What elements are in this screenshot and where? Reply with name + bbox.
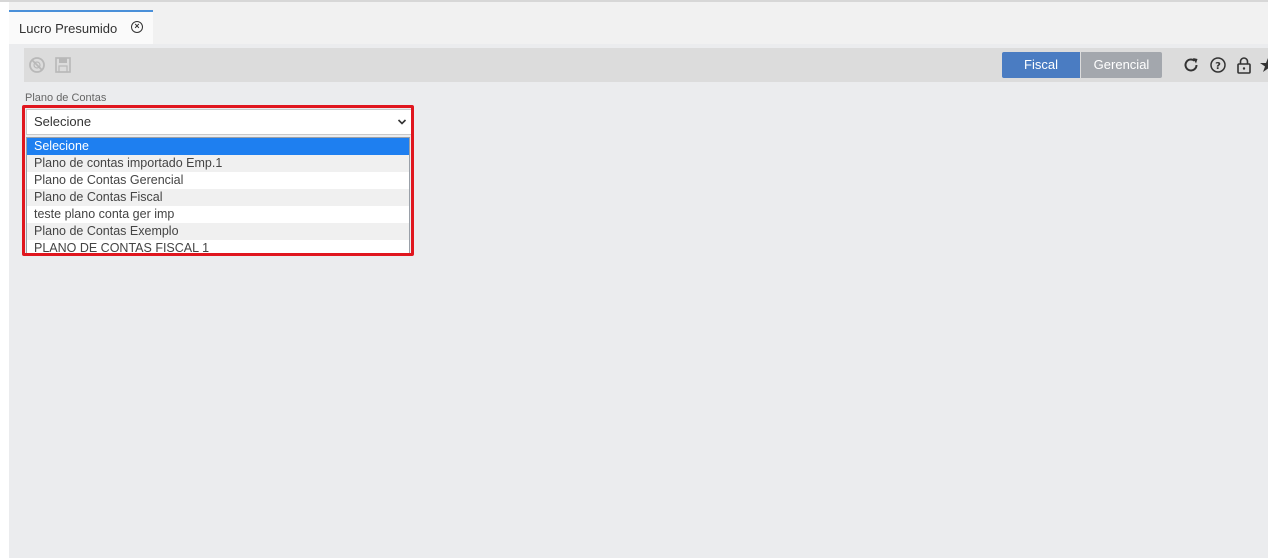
dropdown-option[interactable]: Plano de Contas Gerencial [27,172,409,189]
refresh-icon[interactable] [1182,56,1200,74]
plano-de-contas-select[interactable]: Selecione [26,109,412,135]
fiscal-button[interactable]: Fiscal [1002,52,1080,78]
svg-text:?: ? [1215,61,1221,72]
dropdown-option[interactable]: Selecione [27,138,409,155]
plano-de-contas-dropdown: Selecione Plano de contas importado Emp.… [26,137,410,254]
disabled-circle-icon[interactable] [28,56,46,74]
save-disk-icon[interactable] [54,56,72,74]
dropdown-option[interactable]: PLANO DE CONTAS FISCAL 1 [27,240,409,253]
plano-de-contas-label: Plano de Contas [25,92,107,104]
tab-lucro-presumido[interactable]: Lucro Presumido × [9,10,153,44]
dropdown-option[interactable]: teste plano conta ger imp [27,206,409,223]
dropdown-option[interactable]: Plano de contas importado Emp.1 [27,155,409,172]
dropdown-option[interactable]: Plano de Contas Exemplo [27,223,409,240]
gerencial-button[interactable]: Gerencial [1081,52,1162,78]
left-gutter [0,2,9,558]
tab-bar [9,2,1268,44]
tab-title: Lucro Presumido [19,21,118,36]
close-circle-icon[interactable]: × [131,21,143,33]
help-icon[interactable]: ? [1209,56,1227,74]
dropdown-option[interactable]: Plano de Contas Fiscal [27,189,409,206]
lock-icon[interactable] [1235,56,1253,74]
chevron-down-icon [397,119,407,125]
star-icon[interactable] [1260,56,1268,74]
select-value: Selecione [34,114,92,129]
toolbar: Fiscal Gerencial ? [24,48,1268,82]
